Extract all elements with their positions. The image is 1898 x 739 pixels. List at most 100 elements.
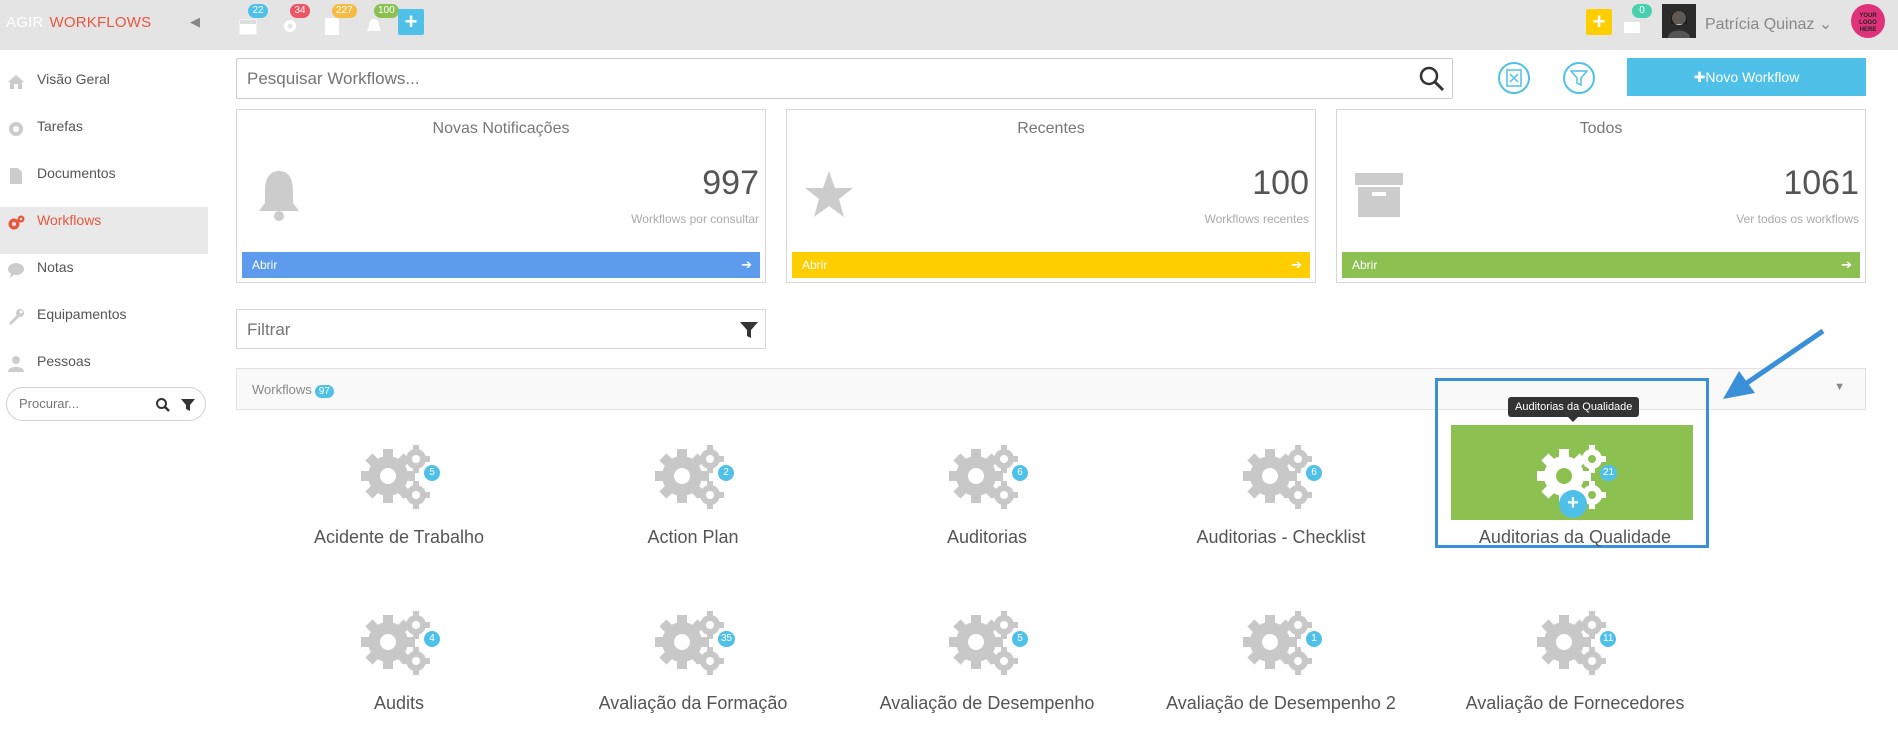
sidebar-search: [6, 387, 206, 421]
sidebar-search-input[interactable]: [19, 396, 149, 411]
workflow-tile[interactable]: 1 Avaliação de Desempenho 2: [1158, 609, 1404, 739]
open-recent-button[interactable]: Abrir ➔: [792, 252, 1310, 278]
search-input[interactable]: [247, 69, 1397, 89]
workflow-tile[interactable]: 4 Audits: [276, 609, 522, 739]
open-notifications-button[interactable]: Abrir ➔: [242, 252, 760, 278]
workflow-tile[interactable]: 5 Acidente de Trabalho: [276, 443, 522, 573]
workflow-tile[interactable]: 5 Avaliação de Desempenho: [864, 609, 1110, 739]
plus-icon: ✚: [1693, 69, 1706, 85]
card-all: Todos 1061 Ver todos os workflows Abrir ➔: [1336, 109, 1866, 283]
sidebar-item-notas[interactable]: Notas: [0, 254, 208, 301]
arrow-right-icon: ➔: [1841, 257, 1852, 272]
home-icon: [8, 75, 24, 89]
card-notifications: Novas Notificações 997 Workflows por con…: [236, 109, 766, 283]
tile-label: Auditorias da Qualidade: [1478, 527, 1672, 547]
gear-icon: [9, 122, 23, 136]
add-button[interactable]: +: [1586, 9, 1612, 35]
gears-icon: [8, 215, 25, 230]
tile-label: Audits: [373, 693, 425, 713]
tooltip: Auditorias da Qualidade: [1508, 397, 1640, 422]
new-workflow-label: Novo Workflow: [1705, 69, 1800, 85]
sidebar-item-visao-geral[interactable]: Visão Geral: [0, 66, 208, 113]
tile-label: Avaliação da Formação: [598, 693, 788, 713]
tile-count-badge: 5: [424, 465, 440, 481]
caret-down-icon[interactable]: ▼: [1834, 381, 1845, 393]
new-workflow-button[interactable]: ✚Novo Workflow: [1627, 58, 1866, 96]
chat-icon: [8, 263, 24, 278]
messages-badge: 0: [1632, 4, 1652, 18]
workflow-tile[interactable]: 2 Action Plan: [570, 443, 816, 573]
card-footer-label: Abrir: [1352, 258, 1378, 272]
module-name: WORKFLOWS: [49, 14, 152, 31]
filter-icon[interactable]: [739, 320, 759, 340]
documents-badge: 227: [332, 4, 357, 18]
workflow-tile[interactable]: 11 Avaliação de Fornecedores: [1452, 609, 1698, 739]
filter-input[interactable]: [247, 320, 717, 340]
chevron-down-icon: ⌄: [1818, 16, 1833, 33]
messages-icon[interactable]: 0: [1620, 4, 1652, 37]
tile-label: Avaliação de Desempenho 2: [1166, 693, 1396, 713]
workflow-tile[interactable]: 35 Avaliação da Formação: [570, 609, 816, 739]
search-icon[interactable]: [155, 397, 171, 413]
export-excel-button[interactable]: [1498, 62, 1530, 94]
brand[interactable]: AGIR WORKFLOWS: [6, 14, 151, 31]
sidebar-item-tarefas[interactable]: Tarefas: [0, 113, 208, 160]
tile-count-badge: 5: [1012, 631, 1028, 647]
sidebar-item-label: Pessoas: [37, 353, 91, 369]
tile-count-badge: 35: [718, 631, 736, 647]
gears-icon: [361, 445, 430, 509]
card-number: 997: [702, 164, 759, 202]
card-number: 1061: [1783, 164, 1859, 202]
card-subtitle: Workflows por consultar: [631, 212, 759, 226]
avatar[interactable]: [1662, 4, 1696, 38]
gears-icon: [655, 445, 724, 509]
collapse-sidebar-icon[interactable]: ◀: [190, 14, 200, 30]
tasks-gear-icon[interactable]: 34: [278, 4, 310, 37]
brand-name: AGIR: [6, 14, 44, 31]
gears-icon: [949, 445, 1018, 509]
calendar-badge: 22: [248, 4, 268, 18]
bell-icon[interactable]: 100: [362, 4, 399, 37]
add-workflow-plus-icon[interactable]: +: [1559, 490, 1587, 518]
card-recent: Recentes 100 Workflows recentes Abrir ➔: [786, 109, 1316, 283]
sidebar-item-label: Notas: [37, 259, 74, 275]
archive-icon: [1355, 173, 1403, 217]
tile-count-badge: 21: [1600, 465, 1618, 481]
tile-label: Avaliação de Fornecedores: [1465, 693, 1685, 713]
workflows-count-badge: 97: [314, 385, 334, 398]
quick-add-button[interactable]: +: [398, 9, 424, 35]
filter-button[interactable]: [1563, 62, 1595, 94]
workflow-search: [236, 58, 1453, 99]
sidebar-item-label: Visão Geral: [37, 71, 110, 87]
user-icon: [8, 356, 24, 372]
open-all-button[interactable]: Abrir ➔: [1342, 252, 1860, 278]
sidebar-item-workflows[interactable]: Workflows: [0, 207, 208, 254]
workflow-tile[interactable]: 6 Auditorias - Checklist: [1158, 443, 1404, 573]
user-menu[interactable]: Patrícia Quinaz ⌄: [1705, 14, 1832, 34]
workflows-label: Workflows: [252, 382, 312, 397]
tile-count-badge: 6: [1306, 465, 1322, 481]
workflow-tile[interactable]: 6 Auditorias: [864, 443, 1110, 573]
sidebar-item-equipamentos[interactable]: Equipamentos: [0, 301, 208, 348]
tile-count-badge: 4: [424, 631, 440, 647]
gears-icon: [949, 611, 1018, 675]
card-footer-label: Abrir: [252, 258, 278, 272]
gears-icon: [1243, 611, 1312, 675]
sidebar-item-label: Documentos: [37, 165, 116, 181]
gears-icon: [655, 611, 724, 675]
sidebar-item-documentos[interactable]: Documentos: [0, 160, 208, 207]
card-subtitle: Workflows recentes: [1204, 212, 1309, 226]
filter-icon[interactable]: [180, 397, 196, 413]
tasks-badge: 34: [290, 4, 310, 18]
arrow-pointer-icon: [1723, 328, 1825, 399]
documents-icon[interactable]: 227: [320, 4, 357, 37]
search-icon[interactable]: [1418, 65, 1446, 93]
tile-label: Avaliação de Desempenho: [879, 693, 1095, 713]
gears-icon: [361, 611, 430, 675]
tile-count-badge: 2: [718, 465, 734, 481]
tile-label: Acidente de Trabalho: [313, 527, 485, 547]
filter-icon: [1570, 70, 1588, 87]
tile-count-badge: 1: [1306, 631, 1322, 647]
calendar-icon[interactable]: 22: [236, 4, 268, 37]
tile-label: Auditorias: [946, 527, 1028, 547]
